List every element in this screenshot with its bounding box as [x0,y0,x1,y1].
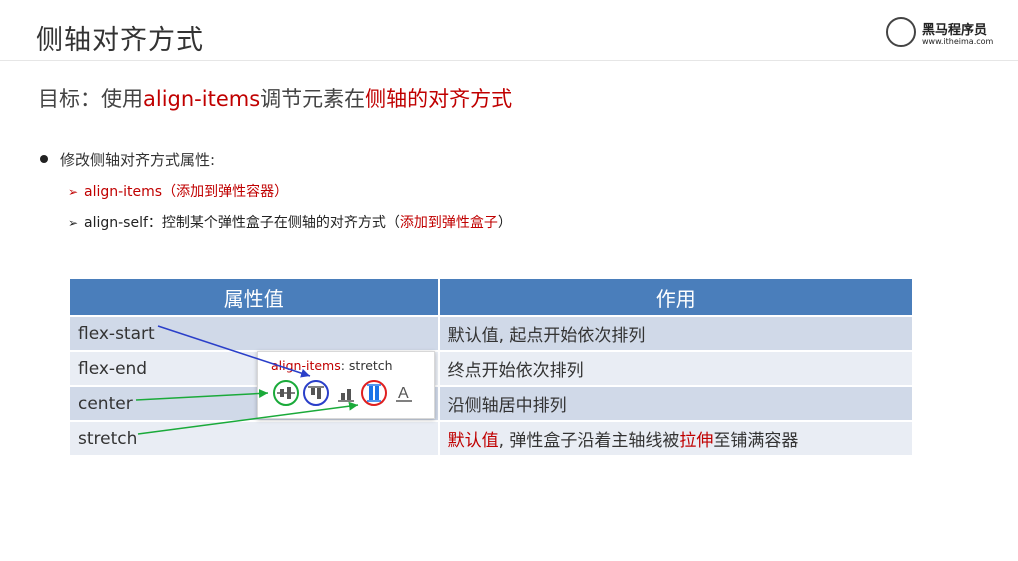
goal-prefix: 目标：使用 [38,87,143,111]
cell-value: stretch [70,420,440,455]
desc-stretch-label: 拉伸 [679,431,714,451]
bullet-text: 修改侧轴对齐方式属性: [60,151,216,169]
align-flex-end-icon[interactable] [332,379,360,407]
goal-highlight-property: align-items [143,87,261,111]
align-items-picker-popup: align-items: stretch A [257,351,435,419]
align-baseline-icon[interactable]: A [390,379,418,407]
property-table: 属性值 作用 flex-start 默认值, 起点开始依次排列 flex-end… [70,279,915,455]
goal-middle: 调节元素在 [260,87,366,111]
svg-text:A: A [398,385,409,402]
align-center-icon[interactable] [272,379,300,407]
logo-brand: 黑马程序员 [922,23,988,38]
popup-property: align-items [271,358,341,373]
cell-value: flex-start [70,315,440,351]
sub-item-note: （添加到弹性容器） [162,184,289,200]
sub-item-note: 添加到弹性盒子 [399,215,498,231]
header-divider [0,60,1018,61]
popup-title: align-items: stretch [271,358,393,373]
desc-middle: , 弹性盒子沿着主轴线被 [498,431,680,451]
goal-line: 目标：使用align-items调节元素在侧轴的对齐方式 [38,83,512,113]
column-header-effect: 作用 [438,279,915,316]
bullet-dot-icon [40,154,48,163]
bullet-item: 修改侧轴对齐方式属性: [40,149,215,170]
logo-url: www.itheima.com [922,37,994,46]
table-row: flex-start 默认值, 起点开始依次排列 [70,315,915,351]
cell-desc: 默认值, 弹性盒子沿着主轴线被拉伸至铺满容器 [438,420,915,455]
sub-item-align-self: ➢ align-self：控制某个弹性盒子在侧轴的对齐方式（添加到弹性盒子） [68,212,512,232]
align-stretch-icon[interactable] [360,379,388,407]
sub-item-desc: 控制某个弹性盒子在侧轴的对齐方式（ [161,215,400,231]
goal-highlight-axis: 侧轴的对齐方式 [365,87,513,111]
horse-logo-icon [886,17,916,47]
sub-item-name: align-items [84,184,163,200]
page-title: 侧轴对齐方式 [36,25,204,56]
sub-item-close: ） [497,215,512,231]
popup-value: : stretch [340,358,393,373]
sub-item-align-items: ➢ align-items（添加到弹性容器） [68,181,288,201]
arrow-bullet-icon: ➢ [68,216,79,230]
desc-default-label: 默认值 [447,431,499,451]
table-row: stretch 默认值, 弹性盒子沿着主轴线被拉伸至铺满容器 [70,420,915,455]
cell-desc: 终点开始依次排列 [438,350,915,386]
align-flex-start-icon[interactable] [302,379,330,407]
sub-item-name: align-self： [84,215,162,231]
arrow-bullet-icon: ➢ [68,185,79,199]
table-header-row: 属性值 作用 [70,279,915,316]
cell-desc: 沿侧轴居中排列 [438,385,915,421]
table-row: flex-end 终点开始依次排列 [70,350,915,386]
column-header-value: 属性值 [70,279,440,316]
cell-desc: 默认值, 起点开始依次排列 [438,315,915,351]
table-row: center 沿侧轴居中排列 [70,385,915,421]
brand-logo: 黑马程序员 www.itheima.com [886,17,1006,51]
desc-end: 至铺满容器 [713,431,799,451]
